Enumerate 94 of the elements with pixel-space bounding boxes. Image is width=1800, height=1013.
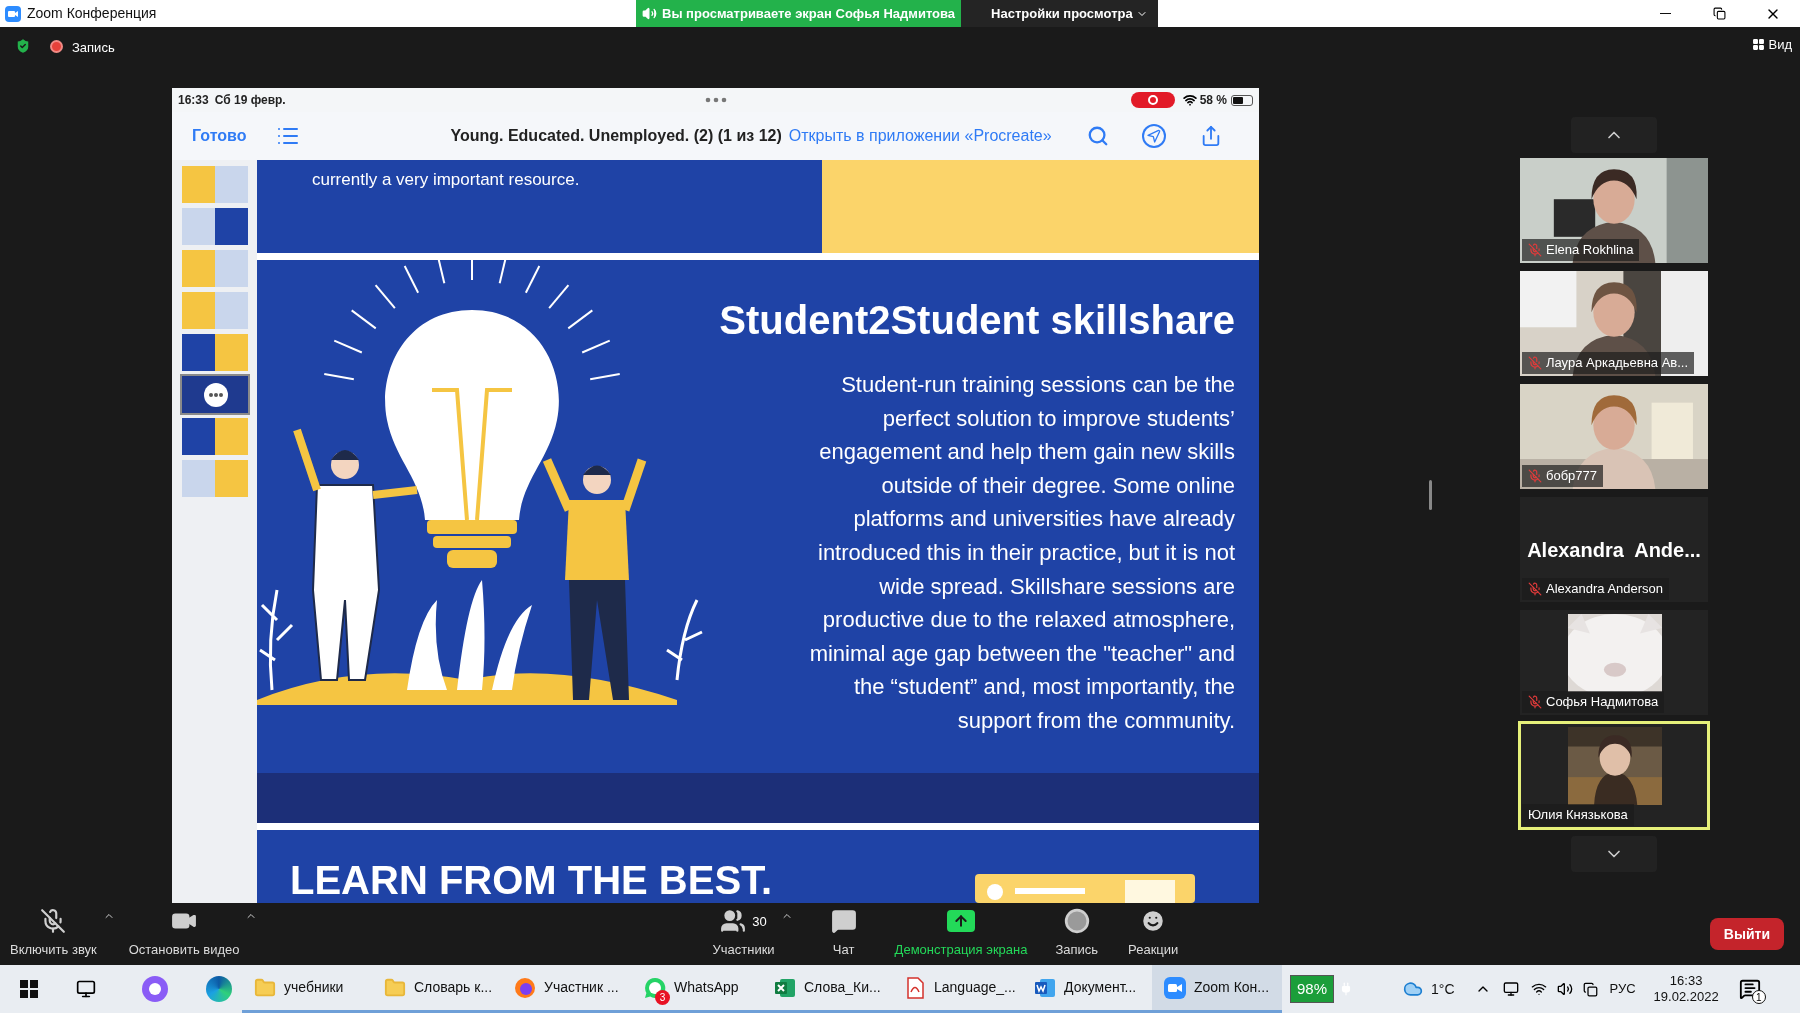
taskbar-app[interactable]: Слова_Ки... <box>762 965 892 1013</box>
toolbar-button[interactable]: Включить звук <box>10 908 97 960</box>
window-title: Zoom Конференция <box>27 4 157 23</box>
taskbar-app[interactable]: Language_... <box>892 965 1022 1013</box>
weather-icon[interactable] <box>1403 979 1424 999</box>
slide-thumbnail[interactable] <box>181 250 248 287</box>
search-icon[interactable] <box>1086 125 1109 147</box>
display-icon[interactable] <box>1502 981 1519 997</box>
wifi-icon[interactable] <box>1530 981 1547 997</box>
participant-name: Юлия Князькова <box>1528 806 1628 825</box>
people-icon <box>720 908 747 935</box>
leave-button[interactable]: Выйти <box>1709 918 1784 950</box>
participant-tile[interactable]: Alexandra Ande... Alexandra Anderson <box>1520 497 1708 602</box>
splitter-handle[interactable] <box>1429 480 1432 510</box>
recording-label: Запись <box>72 39 115 57</box>
spreadsheet-icon <box>774 976 796 999</box>
participant-count: 30 <box>752 912 767 931</box>
document-icon <box>1034 976 1056 999</box>
speaker-icon <box>642 6 657 21</box>
toolbar-button[interactable]: 30 Участники <box>712 908 775 960</box>
participant-name: Софья Надмитова <box>1546 693 1659 712</box>
security-shield-icon[interactable] <box>14 37 32 55</box>
folder-icon <box>384 976 406 999</box>
browser-icon[interactable] <box>206 976 232 1002</box>
slide-title: LEARN FROM THE BEST. <box>290 857 773 903</box>
clock-date: 19.02.2022 <box>1653 989 1719 1005</box>
slide-thumbnail[interactable] <box>181 208 248 245</box>
temperature: 1°C <box>1431 979 1455 999</box>
slide-thumbnail[interactable] <box>181 166 248 203</box>
more-icon <box>203 383 228 407</box>
participant-display-name: Alexandra Ande... <box>1527 538 1701 563</box>
taskbar-app[interactable]: 3 WhatsApp <box>632 965 762 1013</box>
slide-thumbnail[interactable] <box>181 334 248 371</box>
more-dots-icon <box>705 97 727 103</box>
participant-tile[interactable]: Софья Надмитова <box>1520 610 1708 715</box>
toolbar-button[interactable]: Остановить видео <box>128 908 240 960</box>
participant-name: Elena Rokhlina <box>1546 241 1634 260</box>
view-button[interactable]: Вид <box>1752 35 1792 55</box>
status-date: Сб 19 февр. <box>214 92 286 109</box>
battery-percent: 58 % <box>1199 92 1227 109</box>
toolbar-button[interactable]: Демонстрация экрана <box>894 908 1028 960</box>
done-button[interactable]: Готово <box>192 124 247 148</box>
open-in-app-link[interactable]: Открыть в приложении «Procreate» <box>788 124 1052 148</box>
screen-recording-indicator <box>1130 92 1175 108</box>
slide-title: Student2Student skillshare <box>719 297 1235 344</box>
assistant-ring-icon[interactable] <box>142 976 168 1002</box>
clock-time: 16:33 <box>1669 973 1703 989</box>
document-title: Young. Educated. Unemployed. (2) (1 из 12) <box>450 126 782 146</box>
browser-icon <box>514 976 536 999</box>
share-screen-icon <box>947 910 975 933</box>
muted-mic-icon <box>40 908 67 935</box>
participant-name: Лаура Аркадьевна Ав... <box>1546 354 1689 373</box>
participant-tile[interactable]: Лаура Аркадьевна Ав... <box>1520 271 1708 376</box>
taskbar-app[interactable]: учебники <box>242 965 372 1013</box>
folder-icon <box>254 976 276 999</box>
chat-icon <box>830 908 857 935</box>
windows-start-icon[interactable] <box>20 980 38 998</box>
slide-thumbnail[interactable] <box>181 418 248 455</box>
taskbar-app[interactable]: Участник ... <box>502 965 632 1013</box>
battery-indicator: 98% <box>1290 974 1335 1004</box>
minimize-icon <box>1659 13 1671 14</box>
toolbar-button[interactable]: Запись <box>1055 908 1099 960</box>
slide-body-text: Student-run training sessions can be the perfect solution to improve students’ engagement and help them gain new skills outside of their degree. Some online platforms and universities have already introduced this in their practice, but it is not wide spread. Skillshare sessions are productive due to the relaxed atmosphere, minimal age gap between the "teacher" and the “student” and, most importantly, the support from the community. <box>808 371 1235 735</box>
video-camera-icon <box>1164 976 1186 999</box>
wifi-icon <box>1182 93 1197 107</box>
participant-tile[interactable]: бобр777 <box>1520 384 1708 489</box>
pdf-file-icon <box>904 976 926 999</box>
markup-pen-icon[interactable] <box>1143 126 1164 146</box>
restore-icon <box>1712 7 1726 20</box>
task-view-icon[interactable] <box>76 979 96 999</box>
grid-icon <box>1752 38 1766 52</box>
participant-name: Alexandra Anderson <box>1546 580 1664 599</box>
input-icon[interactable] <box>1582 981 1598 997</box>
toolbar-button[interactable]: Чат <box>830 908 857 960</box>
battery-icon <box>1231 94 1253 106</box>
slide-text: currently a very important resource. <box>312 170 580 189</box>
status-time: 16:33 <box>178 92 209 109</box>
volume-icon[interactable] <box>1556 981 1573 997</box>
slide-thumbnail[interactable] <box>181 292 248 329</box>
slide-thumbnail[interactable] <box>181 376 248 413</box>
sharing-banner: Вы просматриваете экран Софья Надмитова <box>636 0 962 27</box>
taskbar-app[interactable]: Zoom Кон... <box>1152 965 1282 1013</box>
record-icon <box>1063 908 1090 935</box>
app-logo-icon <box>5 5 21 22</box>
participant-tile[interactable]: Юлия Князькова <box>1520 723 1708 828</box>
notifications-icon[interactable] <box>1738 978 1761 1000</box>
view-options-button[interactable]: Настройки просмотра <box>961 0 1158 27</box>
language-indicator[interactable]: РУС <box>1609 979 1636 999</box>
notification-count: 1 <box>1751 990 1766 1004</box>
slide-thumbnail[interactable] <box>181 460 248 497</box>
participant-tile[interactable]: Elena Rokhlina <box>1520 158 1708 263</box>
participant-name: бобр777 <box>1546 467 1598 486</box>
toolbar-button[interactable]: Реакции <box>1128 908 1179 960</box>
taskbar-app[interactable]: Словарь к... <box>372 965 502 1013</box>
